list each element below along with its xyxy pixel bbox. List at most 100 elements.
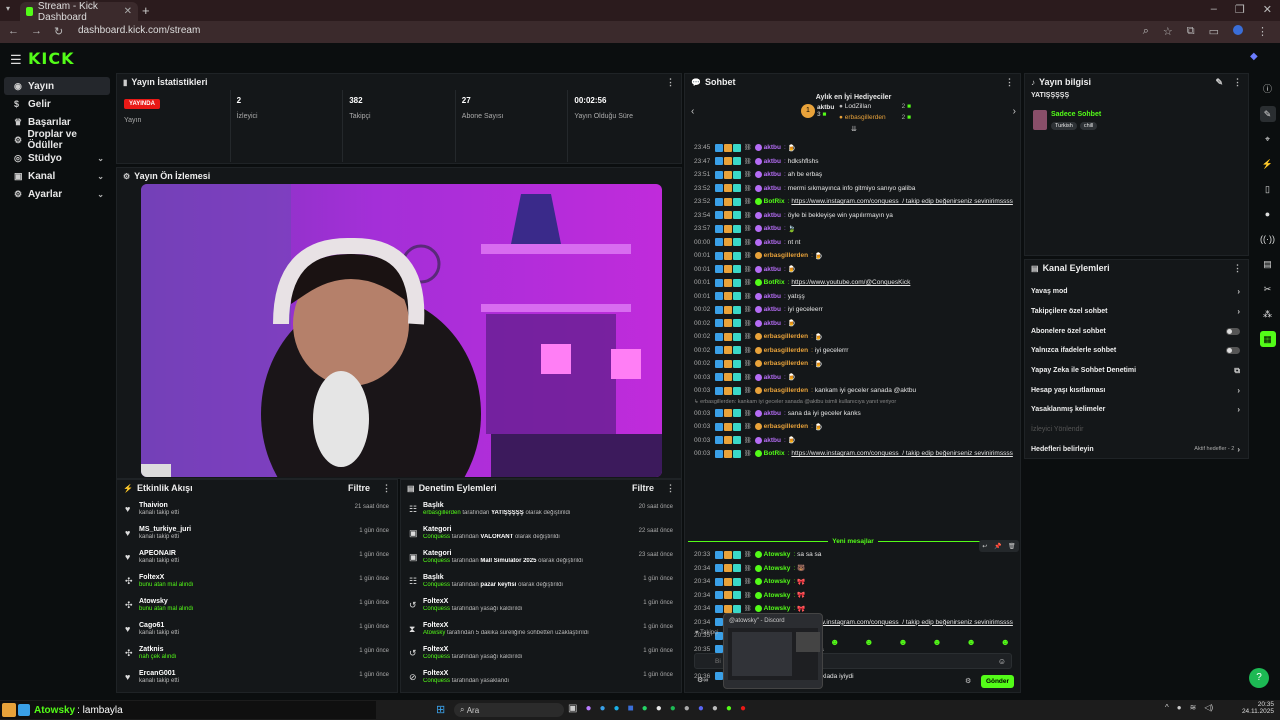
chat-message[interactable]: 23:52 ⛓ BotRix: https://www.instagram.com/c… <box>685 195 1015 209</box>
app-icon[interactable]: ● <box>684 703 690 714</box>
discord-icon[interactable]: ● <box>698 703 704 714</box>
chat-message[interactable]: 20:34 ⛓ Atowsky: 🎀 <box>685 589 1015 603</box>
emote-icon[interactable]: ☻ <box>898 637 907 647</box>
send-button[interactable]: Gönder <box>981 675 1014 688</box>
bookmark-star-icon[interactable]: ☆ <box>1163 25 1173 38</box>
channel-action-row[interactable]: Abonelere özel sohbet <box>1025 321 1248 341</box>
sidebar-item-5[interactable]: ▣ Kanal ⌄ <box>4 167 110 185</box>
chat-message[interactable]: 00:01 ⛓ aktbu: 🍺 <box>685 263 1015 277</box>
chat-more-icon[interactable]: ⋮ <box>1005 77 1014 88</box>
channel-action-row[interactable]: Yavaş mod › <box>1025 282 1248 302</box>
app-icon[interactable]: ● <box>585 703 591 714</box>
stream-video[interactable] <box>141 184 662 477</box>
sidebar-item-4[interactable]: ◎ Stüdyo ⌄ <box>4 149 110 167</box>
channel-action-row[interactable]: Yasaklanmış kelimeler › <box>1025 400 1248 420</box>
chat-username[interactable]: aktbu <box>764 374 781 381</box>
channel-action-row[interactable]: Yapay Zeka ile Sohbet Denetimi ⧉ <box>1025 361 1248 381</box>
chat-username[interactable]: aktbu <box>764 225 781 232</box>
emoji-icon[interactable]: ☺ <box>998 657 1006 666</box>
browser-menu-icon[interactable]: ⋮ <box>1257 25 1268 38</box>
chat-message[interactable]: 20:33 ⛓ Atowsky: sa sa sa <box>685 548 1015 562</box>
edit-rail-icon[interactable]: ✎ <box>1259 106 1276 122</box>
chat-username[interactable]: aktbu <box>764 158 781 165</box>
reply-icon[interactable]: ↩ <box>982 543 987 550</box>
chat-username[interactable]: erbasgillerden <box>764 387 808 394</box>
channel-action-row[interactable]: Hesap yaşı kısıtlaması › <box>1025 380 1248 400</box>
chat-message[interactable]: 23:54 ⛓ aktbu: öyle bi bekleyişe win yapılı… <box>685 209 1015 223</box>
users-rail-icon[interactable]: ⁂ <box>1260 306 1276 322</box>
back-icon[interactable]: ← <box>8 25 19 38</box>
chat-message[interactable]: 20:34 ⛓ Atowsky: 🐻 <box>685 562 1015 576</box>
toggle-switch[interactable] <box>1226 327 1240 335</box>
windows-start-icon[interactable]: ⊞ <box>436 703 445 716</box>
forward-icon[interactable]: → <box>31 25 42 38</box>
chat-username[interactable]: aktbu <box>764 437 781 444</box>
chat-username[interactable]: aktbu <box>764 266 781 273</box>
chat-message[interactable]: 00:03 ⛓ aktbu: sana da iyi geceler kanks <box>685 407 1015 421</box>
chat-message[interactable]: 00:02 ⛓ erbasgillerden: iyi gecelerrr <box>685 344 1015 358</box>
emote-icon[interactable]: ☻ <box>864 637 873 647</box>
chat-username[interactable]: BotRix <box>764 450 785 457</box>
chat-rail-icon[interactable]: ● <box>1260 206 1276 222</box>
tools-rail-icon[interactable]: ✂ <box>1260 281 1276 297</box>
extensions-icon[interactable]: ⧉ <box>1187 25 1195 38</box>
chat-username[interactable]: Atowsky <box>764 592 791 599</box>
chat-username[interactable]: Atowsky <box>764 551 791 558</box>
app-icon[interactable]: ● <box>740 703 746 714</box>
browser-tab[interactable]: Stream - Kick Dashboard ✕ <box>20 1 138 23</box>
clock[interactable]: 20:35 24.11.2025 <box>1240 701 1274 715</box>
moderation-more-icon[interactable]: ⋮ <box>666 483 675 494</box>
discord-preview-popup[interactable]: @atowsky" - Discord <box>723 613 823 689</box>
chat-link[interactable]: https://www.instagram.com/conquess_/ tak… <box>791 450 1012 457</box>
pin-icon[interactable]: 📌 <box>994 543 1001 550</box>
app-icon[interactable]: ● <box>726 703 732 714</box>
chat-username[interactable]: aktbu <box>764 293 781 300</box>
chat-message[interactable]: 00:03 ⛓ erbasgillerden: kankam iyi geceler … <box>685 384 1015 398</box>
app-icon[interactable]: ● <box>600 703 606 714</box>
stats-more-icon[interactable]: ⋮ <box>666 77 675 88</box>
volume-icon[interactable]: ◁) <box>1204 703 1213 712</box>
add-rail-icon[interactable]: ▦ <box>1259 331 1276 347</box>
gifters-prev-icon[interactable]: ‹ <box>691 106 694 117</box>
sidebar-item-6[interactable]: ⚙ Ayarlar ⌄ <box>4 185 110 203</box>
chat-username[interactable]: BotRix <box>764 279 785 286</box>
chat-link[interactable]: https://www.youtube.com/@ConquesKick <box>791 279 910 286</box>
chat-username[interactable]: aktbu <box>764 306 781 313</box>
url-field[interactable]: dashboard.kick.com/stream <box>64 25 1154 40</box>
chat-message[interactable]: 00:01 ⛓ BotRix: https://www.youtube.com/@Co… <box>685 276 1015 290</box>
chat-message[interactable]: 00:02 ⛓ erbasgillerden: 🍺 <box>685 357 1015 371</box>
taskview-icon[interactable]: ▣ <box>568 703 577 714</box>
tray-chevron-icon[interactable]: ^ <box>1165 703 1169 712</box>
chat-message[interactable]: 00:01 ⛓ aktbu: yatışş <box>685 290 1015 304</box>
tray-icon[interactable]: ● <box>1177 703 1182 712</box>
chat-username[interactable]: Atowsky <box>764 605 791 612</box>
chat-message[interactable]: 23:51 ⛓ aktbu: ah be erbaş <box>685 168 1015 182</box>
taskbar-search[interactable]: ⌕ Ara <box>454 703 564 717</box>
chat-username[interactable]: aktbu <box>764 144 781 151</box>
app-icon[interactable]: ■ <box>628 703 634 714</box>
maximize-icon[interactable]: ❐ <box>1235 3 1245 16</box>
sidebar-item-1[interactable]: $ Gelir <box>4 95 110 113</box>
chat-link[interactable]: https://www.instagram.com/conquess_/ tak… <box>791 619 1012 626</box>
chat-message[interactable]: 00:03 ⛓ erbasgillerden: 🍺 <box>685 420 1015 434</box>
chat-message[interactable]: 23:47 ⛓ aktbu: hdkshflshs <box>685 155 1015 169</box>
minimize-icon[interactable]: – <box>1211 3 1217 16</box>
drive-rail-icon[interactable]: ▤ <box>1260 256 1276 272</box>
user-avatar[interactable]: ◆ <box>1250 51 1258 62</box>
sidebar-item-0[interactable]: ◉ Yayın <box>4 77 110 95</box>
tab-list-icon[interactable]: ▾ <box>6 4 10 13</box>
new-tab-icon[interactable]: + <box>142 3 150 18</box>
toggle-switch[interactable] <box>1226 347 1240 355</box>
zoom-icon[interactable]: ⌕ <box>1143 25 1149 38</box>
activity-more-icon[interactable]: ⋮ <box>382 483 391 494</box>
chat-message[interactable]: 00:03 ⛓ aktbu: 🍺 <box>685 434 1015 448</box>
chat-message[interactable]: 00:03 ⛓ BotRix: https://www.instagram.com/c… <box>685 447 1015 461</box>
chat-message[interactable]: 00:02 ⛓ erbasgillerden: 🍺 <box>685 330 1015 344</box>
chat-username[interactable]: Atowsky <box>764 578 791 585</box>
chat-username[interactable]: BotRix <box>764 198 785 205</box>
edge-icon[interactable]: ● <box>614 703 620 714</box>
category-name[interactable]: Sadece Sohbet <box>1051 111 1101 118</box>
chat-message[interactable]: 23:45 ⛓ aktbu: 🍺 <box>685 141 1015 155</box>
close-window-icon[interactable]: ✕ <box>1263 3 1272 16</box>
activity-filter-button[interactable]: Filtre <box>348 483 370 493</box>
